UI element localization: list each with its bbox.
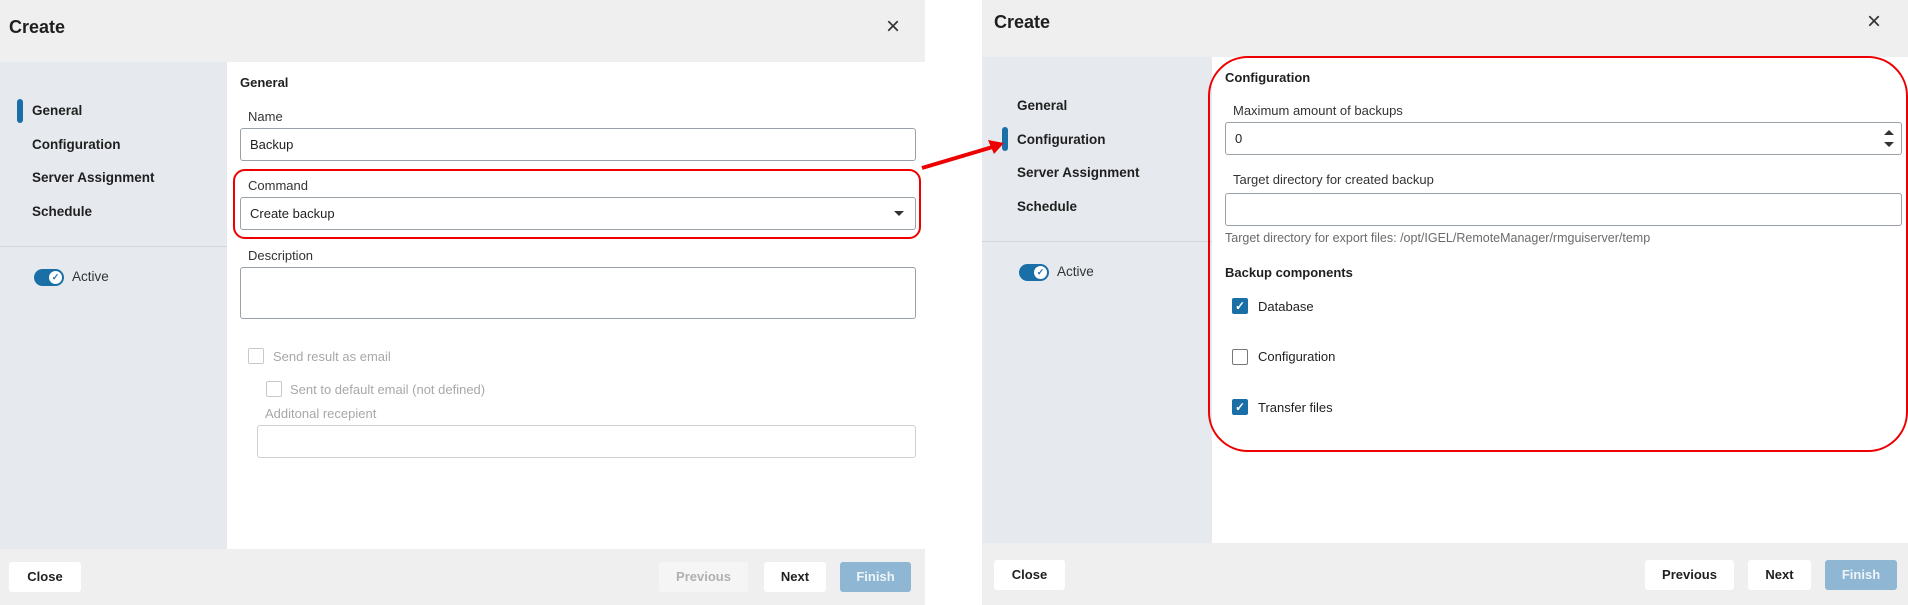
target-dir-label: Target directory for created backup (1233, 172, 1434, 187)
dialog-header: Create × (982, 0, 1908, 57)
create-dialog-configuration: Create × General Configuration Server As… (982, 0, 1908, 605)
previous-button[interactable]: Previous (1645, 560, 1734, 590)
sidebar-divider (982, 241, 1212, 242)
active-toggle[interactable]: ✓ (34, 269, 64, 286)
additional-recipient-input[interactable] (257, 425, 916, 458)
sidebar-divider (0, 246, 227, 247)
dialog-title: Create (994, 12, 1051, 32)
description-label: Description (248, 248, 314, 263)
spinner-arrows-icon[interactable] (1883, 126, 1895, 152)
section-title: General (240, 75, 289, 90)
description-textarea[interactable] (240, 267, 916, 319)
sidebar-item-general[interactable]: General (1017, 98, 1067, 113)
dropdown-arrow-icon[interactable] (885, 198, 915, 229)
wizard-sidebar: General Configuration Server Assignment … (0, 62, 227, 549)
sidebar-item-configuration[interactable]: Configuration (32, 137, 120, 152)
default-email-label: Sent to default email (not defined) (290, 382, 486, 397)
section-title: Configuration (1225, 70, 1311, 85)
max-backups-input[interactable]: 0 (1225, 122, 1902, 155)
dialog-title: Create (9, 17, 66, 37)
database-label: Database (1258, 299, 1314, 314)
target-dir-input[interactable] (1225, 193, 1902, 226)
active-label: Active (1057, 264, 1094, 279)
close-icon[interactable]: × (1862, 10, 1886, 34)
dialog-footer: Close Previous Next Finish (0, 549, 925, 605)
target-dir-help: Target directory for export files: /opt/… (1225, 231, 1651, 245)
next-button[interactable]: Next (1748, 560, 1811, 590)
name-input[interactable]: Backup (240, 128, 916, 161)
wizard-sidebar: General Configuration Server Assignment … (982, 57, 1212, 543)
form-area: Configuration Maximum amount of backups … (1212, 57, 1908, 543)
check-icon: ✓ (1034, 266, 1047, 279)
configuration-checkbox[interactable] (1232, 349, 1248, 365)
sidebar-item-general[interactable]: General (32, 103, 82, 118)
dialog-footer: Close Previous Next Finish (982, 543, 1908, 605)
active-step-indicator (17, 99, 23, 123)
close-button[interactable]: Close (9, 562, 81, 592)
command-value: Create backup (250, 206, 335, 221)
dialog-header: Create × (0, 0, 925, 62)
close-button[interactable]: Close (994, 560, 1065, 590)
max-backups-label: Maximum amount of backups (1233, 103, 1403, 118)
transfer-files-label: Transfer files (1258, 400, 1333, 415)
configuration-label: Configuration (1258, 349, 1336, 364)
sidebar-item-server-assignment[interactable]: Server Assignment (32, 170, 155, 185)
form-area: General Name Backup Command Create backu… (227, 62, 925, 549)
database-checkbox[interactable]: ✓ (1232, 298, 1248, 314)
close-icon[interactable]: × (881, 15, 905, 39)
send-email-label: Send result as email (273, 349, 391, 364)
annotation-arrow-icon (921, 140, 1004, 170)
next-button[interactable]: Next (764, 562, 826, 592)
create-dialog-general: Create × General Configuration Server As… (0, 0, 925, 605)
check-icon: ✓ (49, 271, 62, 284)
finish-button[interactable]: Finish (840, 562, 911, 592)
components-title: Backup components (1225, 265, 1353, 280)
command-label: Command (248, 178, 308, 193)
previous-button[interactable]: Previous (659, 562, 748, 592)
active-label: Active (72, 269, 109, 284)
additional-recipient-label: Additonal recepient (265, 406, 377, 421)
transfer-files-checkbox[interactable]: ✓ (1232, 399, 1248, 415)
sidebar-item-schedule[interactable]: Schedule (32, 204, 92, 219)
sidebar-item-server-assignment[interactable]: Server Assignment (1017, 165, 1140, 180)
command-select[interactable]: Create backup (240, 197, 916, 230)
sidebar-item-schedule[interactable]: Schedule (1017, 199, 1077, 214)
name-label: Name (248, 109, 283, 124)
max-backups-value: 0 (1235, 131, 1243, 146)
active-toggle[interactable]: ✓ (1019, 264, 1049, 281)
finish-button[interactable]: Finish (1825, 560, 1897, 590)
sidebar-item-configuration[interactable]: Configuration (1017, 132, 1105, 147)
default-email-checkbox[interactable] (266, 381, 282, 397)
send-email-checkbox[interactable] (248, 348, 264, 364)
